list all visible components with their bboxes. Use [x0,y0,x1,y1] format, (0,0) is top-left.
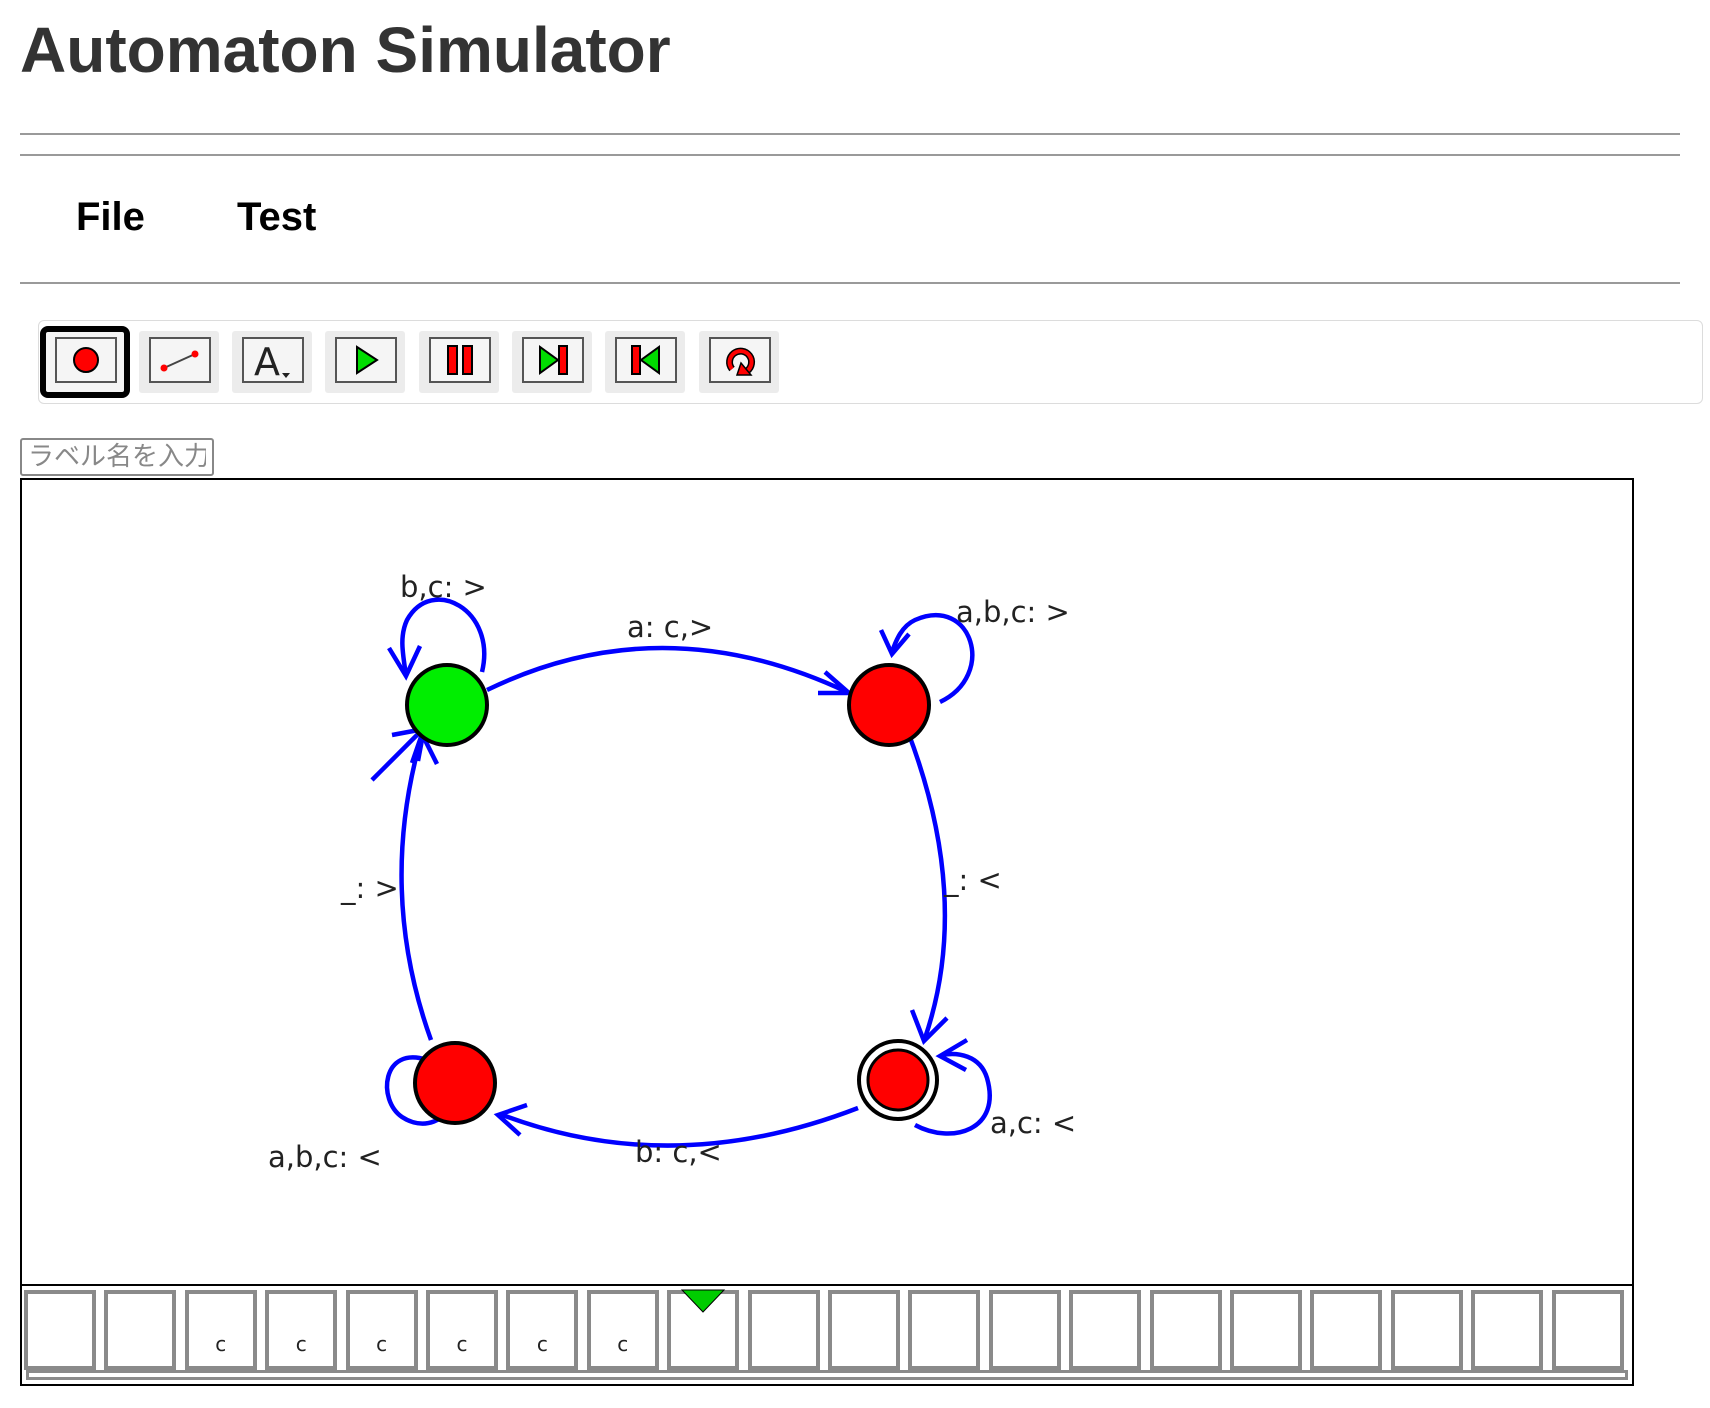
tape-cell[interactable]: c [426,1290,498,1370]
tape-cell[interactable] [24,1290,96,1370]
play-button[interactable] [325,331,405,393]
pause-button[interactable] [419,331,499,393]
play-icon [356,345,379,375]
toolbar: A [38,320,1703,404]
transition-tool-button[interactable] [139,331,219,393]
divider-top-2 [20,154,1680,156]
app-title: Automaton Simulator [20,14,671,86]
tape-cell[interactable] [1390,1290,1463,1370]
tape-cell[interactable] [1230,1290,1302,1370]
tape-cell[interactable] [1069,1290,1142,1370]
menu-file[interactable]: File [76,195,145,240]
state-circle-icon [73,347,99,373]
edge-q3-q0[interactable] [399,734,434,1041]
state-tool-button[interactable] [40,326,130,398]
reset-icon [726,347,756,376]
state-q3[interactable] [413,1041,497,1125]
step-back-button[interactable] [605,331,685,393]
tape: cccccc [20,1284,1634,1386]
tape-cell[interactable] [1471,1290,1544,1370]
divider-top [20,133,1680,135]
edge-q0-q1[interactable] [486,645,848,695]
tape-cell[interactable]: c [506,1290,579,1370]
text-a-icon: A [254,340,290,384]
label-q2-q3[interactable]: b: c,< [635,1135,722,1169]
tape-head-marker [681,1289,726,1313]
tape-cell-symbol: c [376,1332,388,1356]
automaton-canvas[interactable]: b,c: > a: c,> a,b,c: > _: < a,c: < b: c,… [20,478,1634,1284]
label-loop-q0[interactable]: b,c: > [400,570,487,604]
tape-cell[interactable] [988,1290,1061,1370]
transition-line-icon [160,350,199,372]
tape-cell[interactable] [908,1290,981,1370]
step-forward-icon [539,345,568,375]
tape-cell[interactable] [104,1290,177,1370]
tape-cell-symbol: c [456,1332,468,1356]
tape-cell[interactable] [1149,1290,1222,1370]
reset-button[interactable] [699,331,779,393]
svg-text:A: A [254,340,280,384]
tape-cell[interactable] [828,1290,900,1370]
tape-cell[interactable]: c [586,1290,659,1370]
step-back-icon [631,345,660,375]
tape-cell[interactable]: c [345,1290,418,1370]
label-loop-q3[interactable]: a,b,c: < [268,1140,382,1174]
tape-cell[interactable] [1551,1290,1624,1370]
tape-cell-symbol: c [536,1332,548,1356]
state-q0[interactable] [405,663,489,747]
tape-cell-symbol: c [295,1332,307,1356]
tape-cell[interactable] [1310,1290,1383,1370]
tape-cell-symbol: c [617,1332,629,1356]
label-loop-q1[interactable]: a,b,c: > [956,595,1070,629]
label-name-input[interactable] [20,438,214,476]
tape-cell[interactable] [747,1290,820,1370]
state-q1[interactable] [847,663,931,747]
menu-test[interactable]: Test [237,195,316,240]
label-loop-q2[interactable]: a,c: < [990,1106,1076,1140]
text-tool-button[interactable]: A [232,331,312,393]
tape-cell[interactable]: c [184,1290,257,1370]
step-forward-button[interactable] [512,331,592,393]
edge-q1-q2[interactable] [905,731,948,1039]
tape-cell[interactable]: c [265,1290,338,1370]
state-q2 [866,1048,930,1112]
label-q3-q0[interactable]: _: > [340,871,399,905]
pause-icon [447,345,473,375]
label-q1-q2[interactable]: _: < [943,863,1002,897]
divider-menu [20,282,1680,284]
label-q0-q1[interactable]: a: c,> [627,610,713,644]
tape-scrollbar[interactable] [26,1370,1628,1380]
tape-cell-symbol: c [215,1332,227,1356]
